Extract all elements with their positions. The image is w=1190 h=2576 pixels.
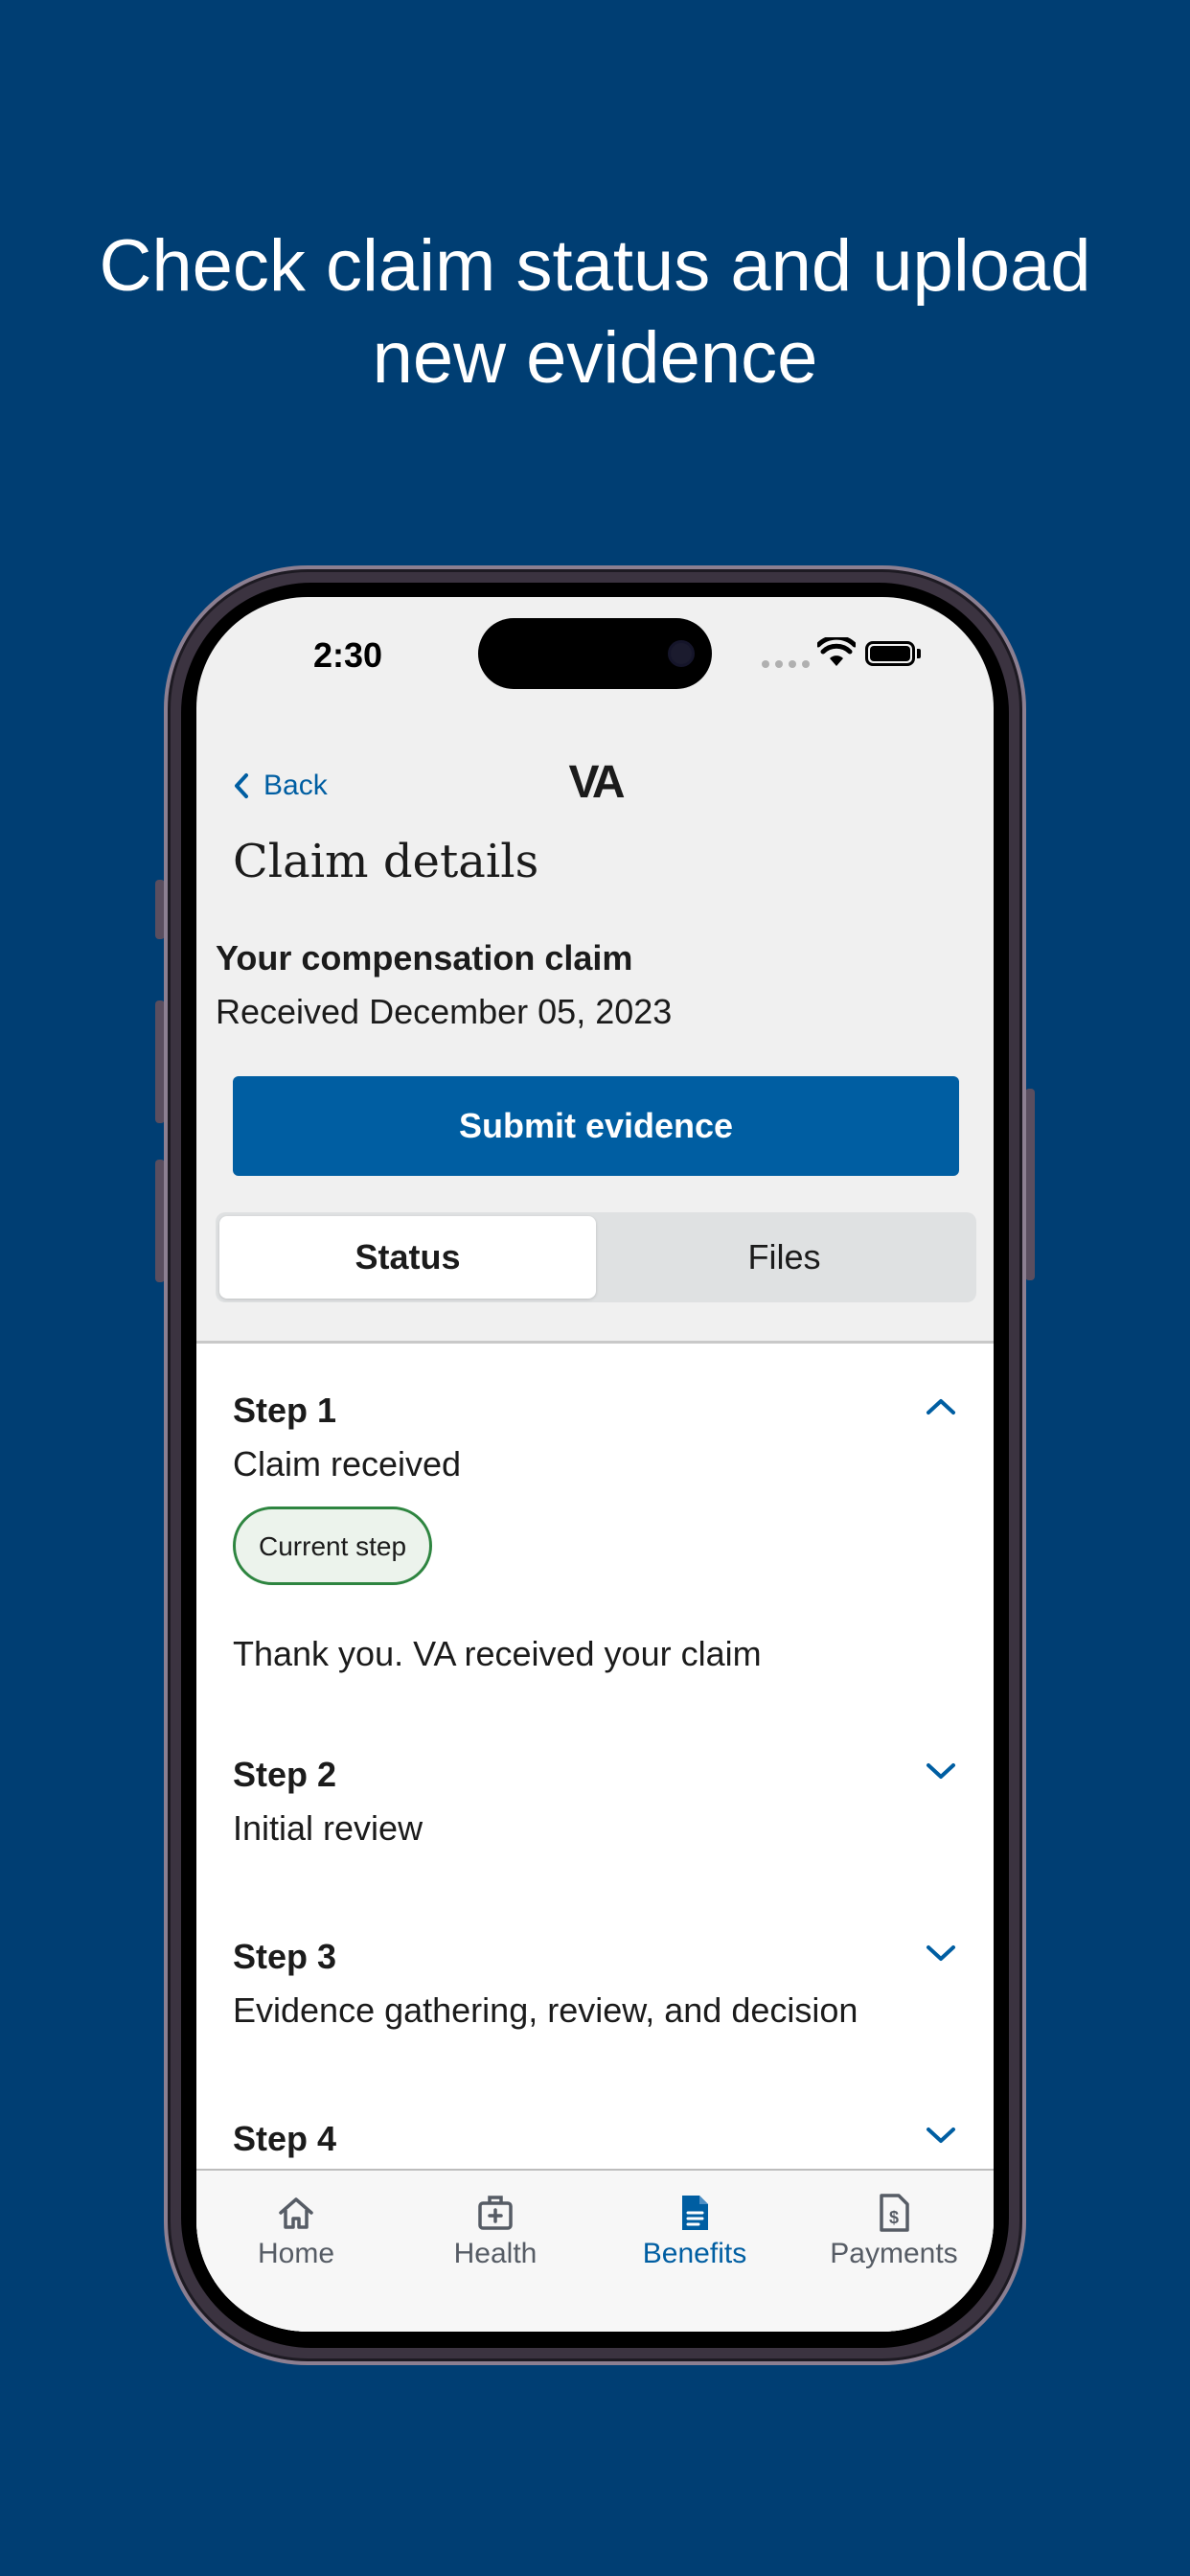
svg-text:$: $ [889,2208,899,2227]
camera-icon [668,640,695,667]
chevron-down-icon[interactable] [925,1942,957,1965]
tab-health[interactable]: Health [396,2171,595,2332]
va-logo: VA [568,757,625,808]
tab-home[interactable]: Home [196,2171,396,2332]
status-time: 2:30 [313,635,383,675]
step-3-accordion[interactable]: Step 3 Evidence gathering, review, and d… [233,1936,957,2032]
back-label: Back [263,770,328,801]
tab-status[interactable]: Status [219,1216,596,1299]
page-title: Claim details [233,835,539,888]
step-description: Initial review [233,1808,423,1848]
back-button[interactable]: Back [231,770,328,802]
submit-evidence-button[interactable]: Submit evidence [233,1076,959,1176]
tab-label: Home [257,2238,335,2269]
marketing-headline: Check claim status and upload new eviden… [0,220,1190,404]
document-icon [682,2196,708,2230]
chevron-left-icon [235,773,248,798]
chevron-up-icon[interactable] [925,1395,957,1418]
step-2-accordion[interactable]: Step 2 Initial review [233,1754,957,1850]
cellular-signal-icon [762,660,810,668]
dynamic-island [478,618,712,689]
current-step-badge: Current step [233,1506,433,1585]
tab-label: Health [453,2238,538,2269]
tab-benefits[interactable]: Benefits [595,2171,794,2332]
medical-kit-icon [478,2196,513,2230]
chevron-down-icon[interactable] [925,1760,957,1782]
battery-icon [865,641,915,666]
wifi-icon [817,637,856,666]
dollar-document-icon: $ [880,2194,909,2232]
tab-files[interactable]: Files [596,1216,973,1299]
tab-payments[interactable]: $ Payments [794,2171,994,2332]
claim-title: Your compensation claim [216,938,633,978]
bottom-tab-bar: Home Health Benefits $ Payments [196,2169,994,2332]
step-label: Step 2 [233,1755,337,1794]
headline-line-2: new evidence [372,317,818,399]
battery-tip [917,649,921,658]
status-files-segmented-control: Status Files [216,1212,976,1302]
step-4-accordion[interactable]: Step 4 [233,2118,957,2160]
claim-received-date: Received December 05, 2023 [216,992,673,1031]
step-description: Claim received [233,1444,462,1484]
step-description: Evidence gathering, review, and decision [233,1990,858,2030]
home-icon [279,2197,313,2229]
step-1-accordion[interactable]: Step 1 Claim received Current step Thank… [233,1390,957,1675]
phone-screen: 2:30 Back VA Claim details Your compensa… [196,597,994,2332]
step-message: Thank you. VA received your claim [233,1634,762,1673]
tab-label: Benefits [642,2238,747,2269]
step-label: Step 3 [233,1937,337,1976]
tab-label: Payments [830,2238,958,2269]
headline-line-1: Check claim status and upload [99,225,1091,307]
step-label: Step 4 [233,2119,337,2158]
power-button [1025,1089,1035,1280]
step-label: Step 1 [233,1391,337,1430]
status-bar: 2:30 [196,597,994,722]
chevron-down-icon[interactable] [925,2124,957,2147]
